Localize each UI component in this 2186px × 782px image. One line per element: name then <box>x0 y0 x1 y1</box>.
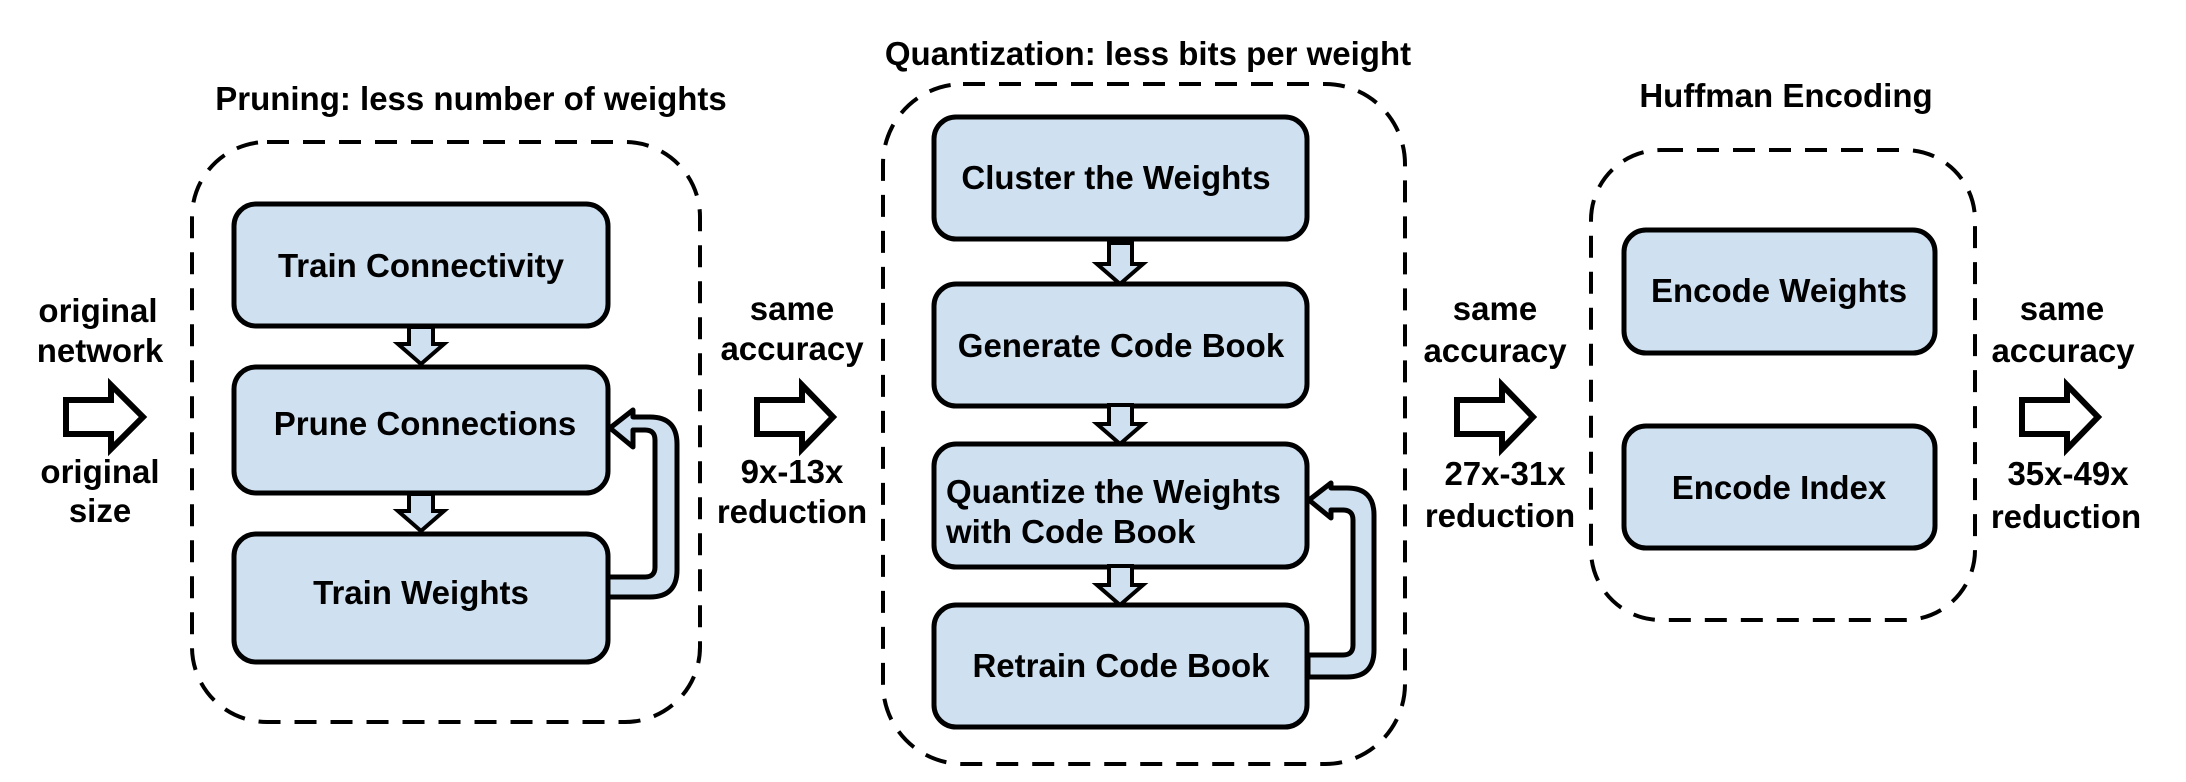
huffman-step-encode-index: Encode Index <box>1621 423 1938 551</box>
quantization-step-retrain-code-book: Retrain Code Book <box>931 602 1310 730</box>
step-label: Train Connectivity <box>278 247 565 284</box>
input-annotation: original network original size <box>37 292 164 529</box>
stage-quantization: Quantization: less bits per weight Clust… <box>881 35 1411 766</box>
quantization-step-quantize-weights: Quantize the Weights with Code Book <box>931 441 1310 570</box>
input-bottom-line-2: size <box>69 492 131 529</box>
pruning-output-bottom-line-1: 9x-13x <box>741 453 844 490</box>
step-label: Encode Index <box>1672 469 1887 506</box>
pruning-output-annotation: same accuracy 9x-13x reduction <box>717 290 867 530</box>
input-top-line-1: original <box>38 292 157 329</box>
down-arrow-icon <box>1091 403 1149 447</box>
step-label: Encode Weights <box>1651 272 1907 309</box>
input-top-line-2: network <box>37 332 164 369</box>
pruning-step-train-weights: Train Weights <box>231 531 611 665</box>
huffman-step-encode-weights: Encode Weights <box>1621 227 1938 356</box>
step-label-line-1: Quantize the Weights <box>946 473 1281 510</box>
input-bottom-line-1: original <box>40 453 159 490</box>
quantization-step-cluster-weights: Cluster the Weights <box>931 114 1310 242</box>
pruning-output-top-line-2: accuracy <box>720 330 864 367</box>
stage-quantization-title: Quantization: less bits per weight <box>885 35 1411 72</box>
down-arrow-icon <box>392 325 450 367</box>
huffman-output-annotation: same accuracy 35x-49x reduction <box>1991 290 2141 535</box>
quantization-output-arrow-icon <box>1454 377 1538 457</box>
pruning-step-prune-connections: Prune Connections <box>231 364 611 496</box>
quantization-output-annotation: same accuracy 27x-31x reduction <box>1423 290 1575 534</box>
huffman-output-bottom-line-1: 35x-49x <box>2007 455 2129 492</box>
quantization-output-bottom-line-1: 27x-31x <box>1444 455 1566 492</box>
stage-pruning-title: Pruning: less number of weights <box>215 80 727 117</box>
down-arrow-icon <box>392 492 450 534</box>
quantization-output-top-line-1: same <box>1453 290 1537 327</box>
stage-huffman: Huffman Encoding Encode Weights Encode I… <box>1589 77 1977 622</box>
step-label: Cluster the Weights <box>961 159 1270 196</box>
pruning-output-arrow-icon <box>754 377 838 457</box>
down-arrow-icon <box>1091 241 1149 287</box>
pruning-feedback-arrow-icon <box>604 407 680 600</box>
pruning-output-top-line-1: same <box>750 290 834 327</box>
input-arrow-icon <box>63 377 148 457</box>
pruning-step-train-connectivity: Train Connectivity <box>231 201 611 329</box>
step-label: Generate Code Book <box>958 327 1285 364</box>
step-label: Train Weights <box>313 574 529 611</box>
quantization-output-bottom-line-2: reduction <box>1425 497 1575 534</box>
stage-huffman-title: Huffman Encoding <box>1639 77 1932 114</box>
pruning-output-bottom-line-2: reduction <box>717 493 867 530</box>
huffman-output-bottom-line-2: reduction <box>1991 498 2141 535</box>
down-arrow-icon <box>1091 564 1149 608</box>
stage-pruning: Pruning: less number of weights Train Co… <box>190 80 727 724</box>
deep-compression-pipeline-diagram: original network original size Pruning: … <box>37 35 2141 766</box>
quantization-output-top-line-2: accuracy <box>1423 332 1567 369</box>
step-label: Prune Connections <box>274 405 577 442</box>
step-label-line-2: with Code Book <box>945 513 1196 550</box>
quantization-step-generate-code-book: Generate Code Book <box>931 281 1310 409</box>
huffman-output-top-line-2: accuracy <box>1991 332 2135 369</box>
step-label: Retrain Code Book <box>972 647 1270 684</box>
quantization-feedback-arrow-icon <box>1305 480 1377 680</box>
huffman-output-top-line-1: same <box>2020 290 2104 327</box>
huffman-output-arrow-icon <box>2019 377 2103 457</box>
